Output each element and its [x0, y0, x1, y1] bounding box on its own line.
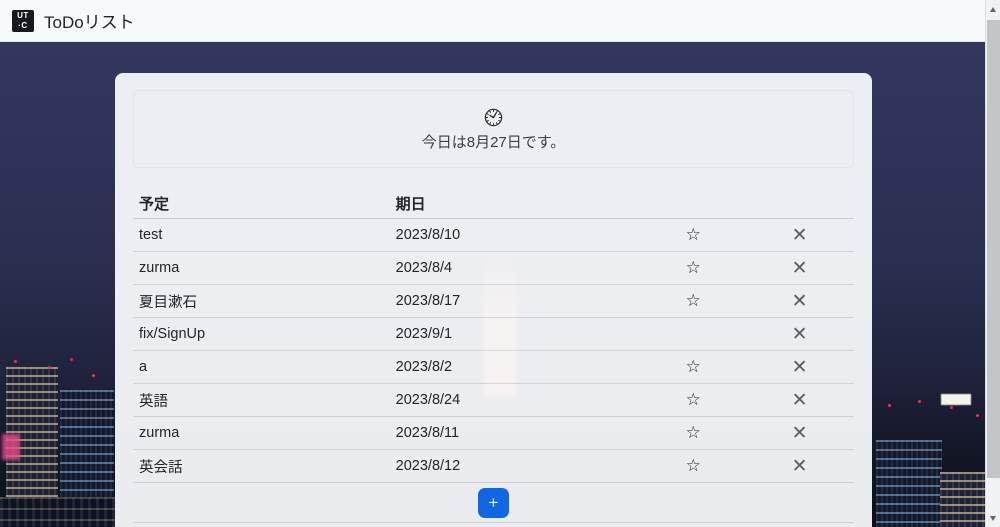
todo-table-body: test 2023/8/10 ☆ ✕ zurma 2023/8/4 ☆ ✕ 夏目… [133, 219, 854, 483]
todo-due-date: 2023/8/24 [390, 392, 642, 408]
star-icon[interactable]: ☆ [686, 358, 701, 375]
app-title: ToDoリスト [44, 8, 135, 33]
delete-icon[interactable]: ✕ [792, 292, 808, 311]
todo-task: fix/SignUp [133, 326, 390, 342]
star-icon[interactable]: ☆ [686, 292, 701, 309]
building [0, 497, 115, 527]
delete-icon[interactable]: ✕ [792, 457, 808, 476]
todo-row: fix/SignUp 2023/9/1 ☆ ✕ [133, 318, 854, 351]
todo-due-date: 2023/8/2 [390, 359, 642, 375]
todo-task: test [133, 227, 390, 243]
star-icon[interactable]: ☆ [686, 226, 701, 243]
todo-due-date: 2023/9/1 [390, 326, 642, 342]
star-icon[interactable]: ☆ [686, 424, 701, 441]
star-icon[interactable]: ☆ [686, 457, 701, 474]
clock-icon [483, 107, 504, 128]
todo-row: 英語 2023/8/24 ☆ ✕ [133, 384, 854, 417]
todo-card: 今日は8月27日です。 予定 期日 test 2023/8/10 ☆ ✕ zur… [115, 73, 872, 527]
add-row: + [133, 483, 854, 523]
header-task: 予定 [133, 193, 390, 214]
delete-icon[interactable]: ✕ [792, 259, 808, 278]
add-todo-button[interactable]: + [478, 488, 509, 518]
delete-icon[interactable]: ✕ [792, 226, 808, 245]
todo-row: zurma 2023/8/11 ☆ ✕ [133, 417, 854, 450]
todo-row: 夏目漱石 2023/8/17 ☆ ✕ [133, 285, 854, 318]
todo-task: a [133, 359, 390, 375]
todo-task: 英語 [133, 390, 390, 411]
todo-task: zurma [133, 425, 390, 441]
star-icon[interactable]: ☆ [686, 391, 701, 408]
delete-icon[interactable]: ✕ [792, 424, 808, 443]
delete-icon[interactable]: ✕ [792, 391, 808, 410]
todo-row: a 2023/8/2 ☆ ✕ [133, 351, 854, 384]
todo-row: 英会話 2023/8/12 ☆ ✕ [133, 450, 854, 483]
scroll-down-arrow-icon[interactable] [990, 516, 996, 521]
vertical-scrollbar[interactable] [985, 0, 1000, 527]
todo-due-date: 2023/8/4 [390, 260, 642, 276]
todo-due-date: 2023/8/10 [390, 227, 642, 243]
todo-table: 予定 期日 test 2023/8/10 ☆ ✕ zurma 2023/8/4 … [133, 188, 854, 523]
todo-row: test 2023/8/10 ☆ ✕ [133, 219, 854, 252]
star-icon[interactable]: ☆ [686, 259, 701, 276]
delete-icon[interactable]: ✕ [792, 325, 808, 344]
app-logo-icon: UT ·C [12, 10, 34, 32]
todo-task: zurma [133, 260, 390, 276]
warning-lights [14, 360, 17, 363]
scroll-up-arrow-icon[interactable] [990, 7, 996, 12]
scrollbar-thumb[interactable] [987, 20, 1000, 478]
billboard-white [941, 394, 971, 405]
building [940, 472, 986, 527]
todo-task: 夏目漱石 [133, 291, 390, 312]
todo-row: zurma 2023/8/4 ☆ ✕ [133, 252, 854, 285]
logo-line2: ·C [18, 21, 27, 31]
todo-due-date: 2023/8/11 [390, 425, 642, 441]
neon-sign-pink [2, 434, 20, 460]
building [876, 440, 942, 527]
date-info-box: 今日は8月27日です。 [133, 90, 854, 168]
todo-due-date: 2023/8/12 [390, 458, 642, 474]
header-due: 期日 [390, 193, 642, 214]
todo-task: 英会話 [133, 456, 390, 477]
delete-icon[interactable]: ✕ [792, 358, 808, 377]
todo-due-date: 2023/8/17 [390, 293, 642, 309]
logo-line1: UT [17, 11, 29, 21]
navbar: UT ·C ToDoリスト [0, 0, 1000, 42]
table-header-row: 予定 期日 [133, 188, 854, 219]
warning-lights [888, 404, 891, 407]
today-date-message: 今日は8月27日です。 [422, 131, 566, 152]
